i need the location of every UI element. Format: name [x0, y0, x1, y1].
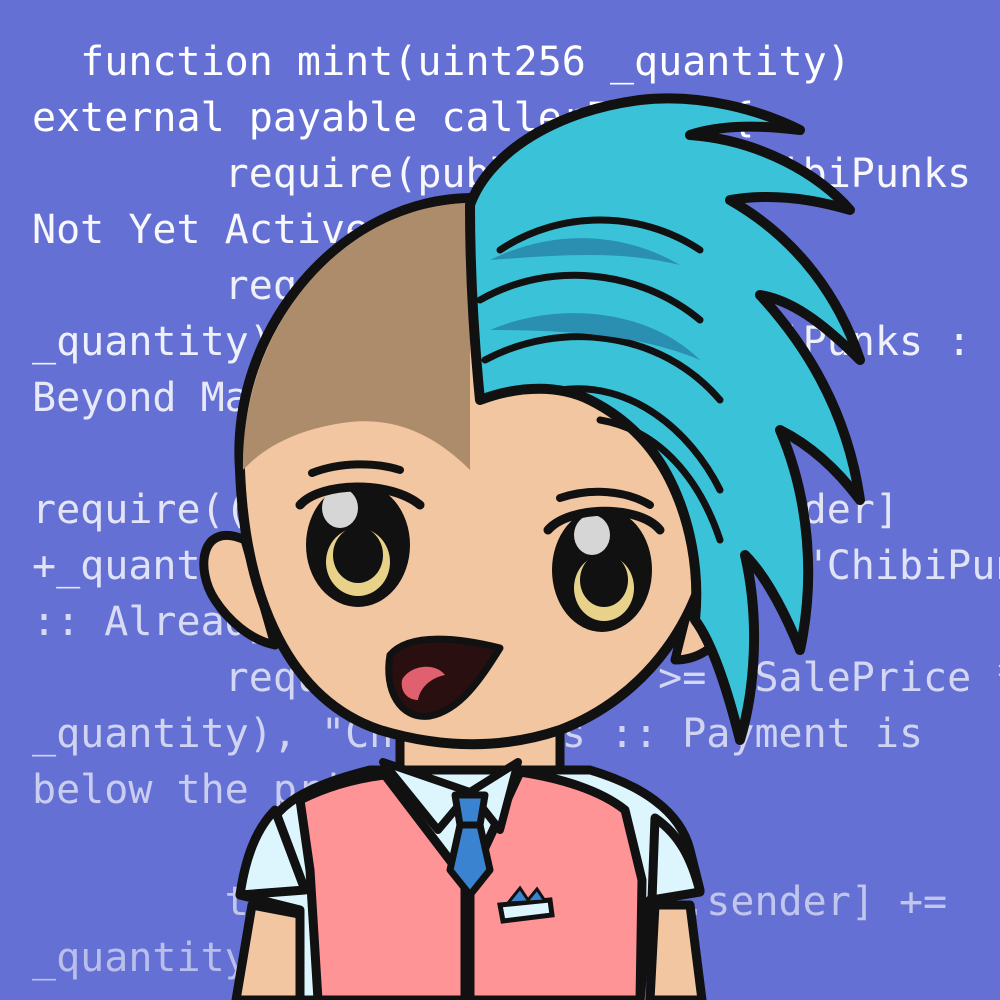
chibi-punk-character	[199, 93, 865, 1000]
right-arm	[645, 900, 707, 1000]
tie-knot	[451, 791, 489, 829]
left-arm	[231, 900, 309, 1000]
